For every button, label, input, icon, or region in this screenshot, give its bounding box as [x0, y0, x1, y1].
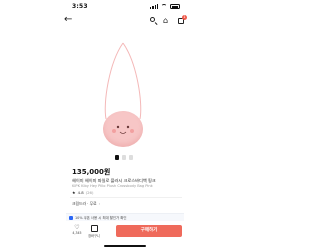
divider	[70, 197, 182, 198]
review-count: (26)	[85, 190, 94, 195]
product-subtitle: KIPK Kiby Hey Pillo Plush Crossbody Bag …	[72, 184, 153, 188]
search-icon[interactable]	[149, 16, 158, 25]
product-price: 135,000원	[72, 168, 111, 176]
signal-icon	[150, 4, 158, 9]
nav-bar: ← ⌂ 1	[64, 14, 187, 28]
bag-face-icon	[112, 125, 134, 134]
image-dot-3[interactable]	[129, 155, 133, 160]
coupon-text: 10% 쿠폰 사용 시 최대 할인가 확인	[75, 216, 127, 220]
home-icon[interactable]: ⌂	[163, 16, 172, 25]
status-bar: 3:53	[0, 0, 250, 14]
buy-button[interactable]: 구매하기	[116, 225, 182, 237]
bag-body	[103, 111, 143, 147]
cart-badge: 1	[182, 15, 187, 20]
wishlist-button[interactable]: ♡ 4,345	[71, 224, 83, 235]
product-detail-screen: 3:53 ← ⌂ 1 135,000원 헤이미 헤이미 파일로 플러시 크로스바…	[0, 0, 250, 250]
nav-actions: ⌂ 1	[149, 15, 187, 25]
rating-row[interactable]: ★ 4.8 (26)	[72, 190, 93, 195]
cart-icon[interactable]: 1	[177, 15, 187, 25]
image-indicator	[115, 155, 133, 160]
back-arrow-icon[interactable]: ←	[64, 15, 72, 25]
coupon-banner[interactable]: 10% 쿠폰 사용 시 최대 할인가 확인	[66, 213, 184, 221]
image-dot-1[interactable]	[115, 155, 119, 160]
product-image[interactable]	[65, 33, 185, 153]
bag-icon	[90, 225, 98, 232]
cart-label: 장바구니	[88, 234, 100, 238]
coupon-icon	[69, 215, 73, 220]
wifi-icon	[161, 4, 167, 9]
heart-icon: ♡	[74, 224, 80, 231]
rating-value: 4.8	[77, 190, 84, 195]
star-icon: ★	[72, 190, 76, 195]
bottom-action-bar: ♡ 4,345 장바구니 구매하기	[66, 222, 184, 242]
shipping-text: 크림드라 · 무료	[72, 201, 97, 206]
status-icons	[150, 4, 180, 9]
battery-icon	[170, 4, 180, 9]
home-indicator[interactable]	[104, 245, 146, 247]
chevron-right-icon: ›	[98, 201, 101, 206]
wish-count: 4,345	[72, 231, 82, 235]
shipping-row[interactable]: 크림드라 · 무료 ›	[72, 201, 100, 207]
status-time: 3:53	[72, 3, 88, 10]
image-dot-2[interactable]	[122, 155, 126, 160]
add-to-cart-button[interactable]: 장바구니	[88, 224, 100, 238]
